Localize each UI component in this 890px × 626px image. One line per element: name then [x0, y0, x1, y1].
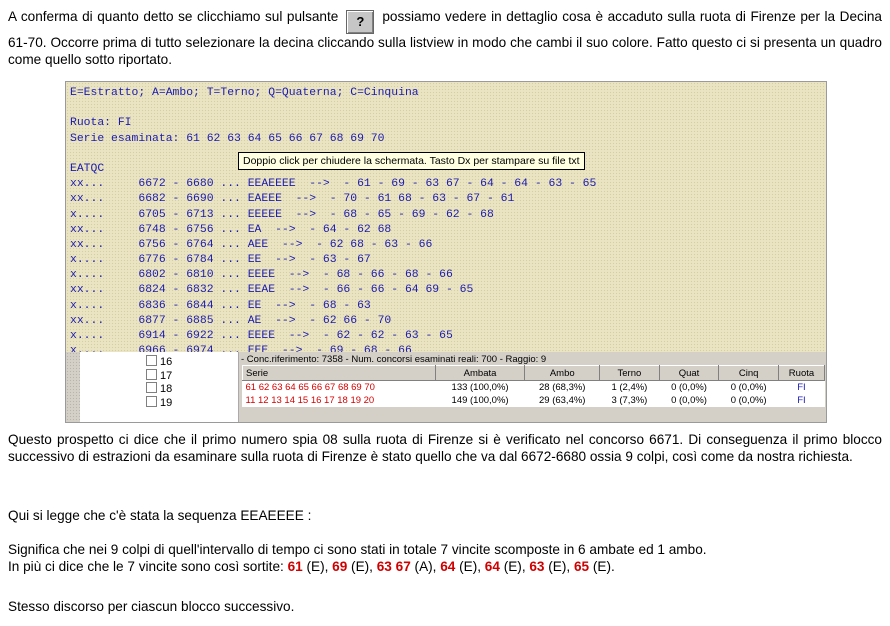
table-cell: FI	[797, 382, 806, 393]
listview-gutter	[66, 352, 80, 422]
table-cell: 0 (0,0%)	[730, 382, 767, 393]
win-number: 69	[332, 559, 348, 574]
listview-item[interactable]: 17	[146, 368, 173, 383]
console-line: xx... 6756 - 6764 ... AEE --> - 62 68 - …	[70, 238, 433, 251]
win-type: (A),	[410, 559, 441, 574]
table-row[interactable]: 61 62 63 64 65 66 67 68 69 70 133 (100,0%…	[243, 381, 825, 395]
listview-item[interactable]: 16	[146, 355, 172, 369]
tooltip: Doppio click per chiudere la schermata. …	[238, 152, 585, 170]
column-header[interactable]: Quat	[658, 365, 720, 381]
meaning-line-2: In più ci dice che le 7 vincite sono cos…	[8, 558, 882, 575]
listview-item-label: 17	[160, 369, 173, 382]
win-type: (E),	[347, 559, 377, 574]
console-line: x.... 6705 - 6713 ... EEEEE --> - 68 - 6…	[70, 208, 494, 221]
column-header[interactable]: Serie	[242, 365, 436, 381]
column-header[interactable]: Ambata	[434, 365, 526, 381]
column-header[interactable]: Ruota	[777, 365, 826, 381]
decade-listview[interactable]: 16 17 18 19	[66, 352, 239, 422]
console-line: x.... 6836 - 6844 ... EE --> - 68 - 63	[70, 299, 371, 312]
console-output[interactable]: E=Estratto; A=Ambo; T=Terno; Q=Quaterna;…	[66, 82, 826, 357]
console-line: xx... 6682 - 6690 ... EAEEE --> - 70 - 6…	[70, 193, 515, 206]
console-line: xx... 6877 - 6885 ... AE --> - 62 66 - 7…	[70, 314, 392, 327]
console-line: x.... 6802 - 6810 ... EEEE --> - 68 - 66…	[70, 269, 453, 282]
table-cell: 3 (7,3%)	[611, 395, 648, 406]
listview-item[interactable]: 19	[146, 395, 173, 410]
table-cell: 11 12 13 14 15 16 17 18 19 20	[245, 395, 375, 406]
console-line: Serie esaminata: 61 62 63 64 65 66 67 68…	[70, 132, 385, 145]
intro-text-before: A conferma di quanto detto se clicchiamo…	[8, 9, 339, 24]
table-cell: 61 62 63 64 65 66 67 68 69 70	[245, 382, 375, 393]
listview-item-label: 16	[160, 356, 173, 368]
win-number: 65	[573, 559, 590, 574]
console-line: xx... 6748 - 6756 ... EA --> - 64 - 62 6…	[70, 223, 392, 236]
table-row[interactable]: 11 12 13 14 15 16 17 18 19 20 149 (100,0%…	[243, 394, 825, 407]
checkbox[interactable]	[146, 368, 157, 380]
win-type: (E),	[302, 559, 333, 574]
win-number: 61	[287, 559, 303, 574]
checkbox[interactable]	[146, 355, 157, 366]
closing-paragraph: Stesso discorso per ciascun blocco succe…	[8, 599, 295, 614]
listview-item-label: 18	[160, 383, 173, 395]
status-line: - Conc.riferimento: 7358 - Num. concorsi…	[241, 354, 547, 365]
win-number: 64	[440, 559, 456, 574]
console-line: x.... 6776 - 6784 ... EE --> - 63 - 67	[70, 254, 371, 267]
console-line: E=Estratto; A=Ambo; T=Terno; Q=Quaterna;…	[70, 87, 419, 99]
win-type: (E).	[589, 559, 615, 574]
meaning-line-1: Significa che nei 9 colpi di quell'inter…	[8, 542, 707, 557]
column-header[interactable]: Ambo	[524, 365, 601, 381]
listview-item[interactable]: 18	[146, 382, 172, 396]
table-cell: 28 (68,3%)	[539, 382, 586, 393]
table-cell: 1 (2,4%)	[611, 382, 648, 393]
explanation-paragraph: Questo prospetto ci dice che il primo nu…	[8, 432, 882, 464]
listview-item-label: 19	[160, 396, 173, 409]
win-type: (E),	[499, 559, 530, 574]
win-type: (E),	[455, 559, 485, 574]
results-panel: - Conc.riferimento: 7358 - Num. concorsi…	[239, 352, 826, 422]
win-type: (E),	[544, 559, 574, 574]
console-line: x.... 6914 - 6922 ... EEEE --> - 62 - 62…	[70, 330, 453, 342]
column-header[interactable]: Terno	[599, 365, 660, 381]
table-cell: 0 (0,0%)	[671, 382, 707, 393]
win-number: 63 67	[376, 559, 411, 574]
console-line: xx... 6672 - 6680 ... EEAEEEE --> - 61 -…	[70, 178, 597, 191]
console-line: xx... 6824 - 6832 ... EEAE --> - 66 - 66…	[70, 284, 474, 297]
checkbox[interactable]	[146, 395, 157, 407]
results-table: Serie Ambata Ambo Terno Quat Cinq Ruota 61 62 …	[242, 365, 826, 407]
table-cell: FI	[797, 395, 806, 406]
intro-paragraph: A conferma di quanto detto se clicchiamo…	[8, 8, 882, 68]
column-header[interactable]: Cinq	[718, 365, 779, 381]
win-number: 64	[484, 559, 500, 574]
lotto-screenshot: E=Estratto; A=Ambo; T=Terno; Q=Quaterna;…	[65, 81, 827, 423]
table-cell: 29 (63,4%)	[539, 395, 586, 406]
meaning-paragraph: Significa che nei 9 colpi di quell'inter…	[8, 541, 882, 575]
console-line: Ruota: FI	[70, 117, 132, 130]
checkbox[interactable]	[146, 382, 157, 393]
table-cell: 149 (100,0%)	[451, 395, 509, 406]
table-cell: 0 (0,0%)	[730, 395, 767, 406]
win-number: 63	[529, 559, 545, 574]
sequence-paragraph: Qui si legge che c'è stata la sequenza E…	[8, 508, 312, 523]
table-cell: 0 (0,0%)	[671, 395, 707, 406]
help-question-button[interactable]: ?	[346, 10, 375, 34]
wins-prefix: In più ci dice che le 7 vincite sono cos…	[8, 559, 288, 574]
table-cell: 133 (100,0%)	[451, 382, 509, 393]
